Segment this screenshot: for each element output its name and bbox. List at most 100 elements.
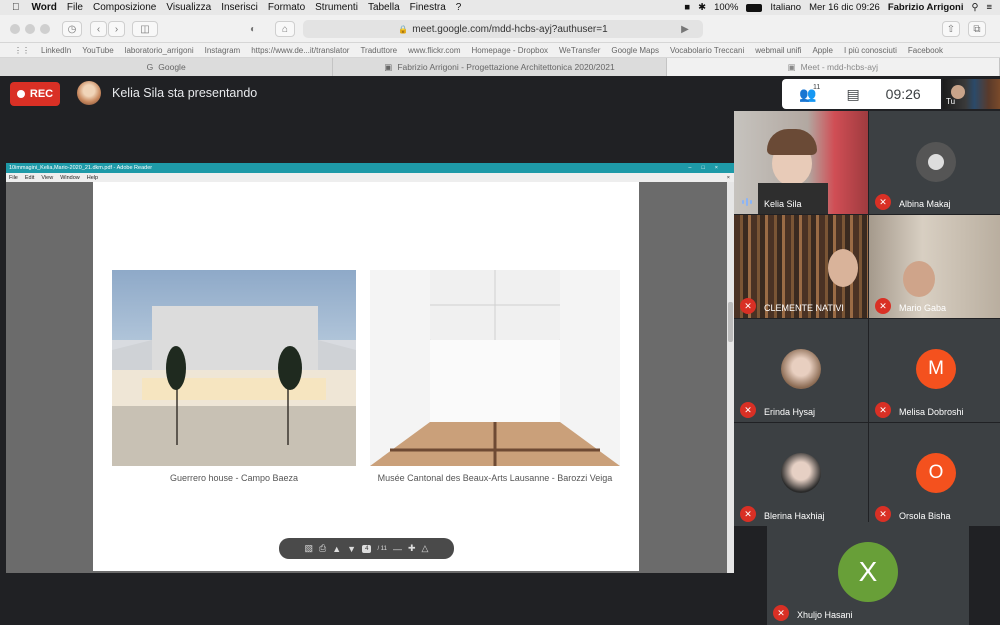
- participant-tile-mario-gaba[interactable]: ✕ Mario Gaba: [869, 215, 1000, 318]
- bookmark-dropbox[interactable]: Homepage - Dropbox: [472, 46, 548, 55]
- menu-strumenti[interactable]: Strumenti: [315, 2, 358, 13]
- menu-visualizza[interactable]: Visualizza: [166, 2, 211, 13]
- reader-menu-help[interactable]: Help: [87, 175, 98, 181]
- participant-avatar: M: [916, 349, 956, 389]
- mic-off-icon: ✕: [740, 298, 756, 314]
- clock[interactable]: Mer 16 dic 09:26: [809, 2, 880, 13]
- tab-fabrizio-arrigoni[interactable]: ▣ Fabrizio Arrigoni - Progettazione Archi…: [333, 58, 667, 76]
- participant-name: Xhuljo Hasani: [797, 610, 853, 620]
- address-bar[interactable]: 🔒 meet.google.com/mdd-hcbs-ayj?authuser=…: [303, 20, 703, 38]
- participant-name: Orsola Bisha: [899, 511, 951, 521]
- tab-label: Google: [158, 62, 186, 72]
- mic-off-icon: ✕: [740, 506, 756, 522]
- save-icon[interactable]: ▧: [305, 543, 314, 554]
- bookmark-wetransfer[interactable]: WeTransfer: [559, 46, 600, 55]
- collapse-toolbar-icon[interactable]: △: [422, 543, 429, 554]
- reader-scrollbar[interactable]: [727, 182, 734, 573]
- bookmark-treccani[interactable]: Vocabolario Treccani: [670, 46, 744, 55]
- mic-off-icon: ✕: [875, 194, 891, 210]
- menu-composizione[interactable]: Composizione: [93, 2, 156, 13]
- bookmark-apple[interactable]: Apple: [812, 46, 832, 55]
- camera-status-icon[interactable]: ■: [684, 2, 690, 13]
- bookmark-laboratorio[interactable]: laboratorio_arrigoni: [125, 46, 194, 55]
- reader-menu-edit[interactable]: Edit: [25, 175, 34, 181]
- forward-button[interactable]: ›: [108, 21, 125, 37]
- share-icon[interactable]: ⇧: [942, 21, 960, 37]
- page-total: / 11: [377, 545, 387, 552]
- user-name[interactable]: Fabrizio Arrigoni: [888, 2, 964, 13]
- participant-tile-clemente-nativi[interactable]: ✕ CLEMENTE NATIVI: [734, 215, 868, 318]
- back-button[interactable]: ‹: [90, 21, 107, 37]
- page-number-input[interactable]: 4: [362, 544, 372, 553]
- bookmark-facebook[interactable]: Facebook: [908, 46, 943, 55]
- battery-percent[interactable]: 100%: [714, 2, 738, 13]
- bookmark-webmail[interactable]: webmail unifi: [755, 46, 801, 55]
- menu-finestra[interactable]: Finestra: [410, 2, 446, 13]
- menu-help[interactable]: ?: [456, 2, 462, 13]
- app-menu-word[interactable]: Word: [32, 2, 57, 13]
- language-label[interactable]: Italiano: [770, 2, 801, 13]
- scroll-thumb[interactable]: [728, 302, 733, 342]
- reader-menu-file[interactable]: File: [9, 175, 18, 181]
- menu-formato[interactable]: Formato: [268, 2, 305, 13]
- participant-name: CLEMENTE NATIVI: [764, 303, 844, 313]
- participant-tile-xhuljo-hasani[interactable]: X ✕ Xhuljo Hasani: [767, 522, 969, 625]
- print-icon[interactable]: ⎙: [319, 543, 326, 554]
- tab-label: Meet - mdd-hcbs-ayj: [800, 62, 879, 72]
- bookmark-traduttore[interactable]: Traduttore: [360, 46, 397, 55]
- bluetooth-icon[interactable]: ✱: [698, 2, 706, 13]
- reader-menu-view[interactable]: View: [41, 175, 53, 181]
- tabs-overview-icon[interactable]: ⧉: [968, 21, 986, 37]
- presenter-avatar: [77, 81, 101, 105]
- sidebar-icon[interactable]: ◫: [132, 21, 158, 37]
- participant-tile-blerina-haxhiaj[interactable]: ✕ Blerina Haxhiaj: [734, 423, 868, 526]
- recording-badge[interactable]: REC: [10, 82, 60, 106]
- presenting-status: Kelia Sila sta presentando: [112, 86, 258, 100]
- home-icon[interactable]: ⌂: [275, 21, 295, 37]
- history-icon[interactable]: ◷: [62, 21, 82, 37]
- grid-icon[interactable]: ⋮⋮: [14, 46, 30, 55]
- bookmark-flickr[interactable]: www.flickr.com: [408, 46, 460, 55]
- camera-in-use-icon[interactable]: ▶: [677, 21, 693, 37]
- self-view-tile[interactable]: Tu: [943, 79, 1000, 109]
- participant-tile-melisa-dobroshi[interactable]: M ✕ Melisa Dobroshi: [869, 319, 1000, 422]
- apple-icon[interactable]: : [12, 2, 20, 13]
- page-up-icon[interactable]: ▲: [332, 544, 341, 554]
- reader-window-controls[interactable]: –□×: [688, 165, 734, 171]
- participant-name: Melisa Dobroshi: [899, 407, 964, 417]
- bookmark-youtube[interactable]: YouTube: [82, 46, 113, 55]
- meet-top-controls: 👥 11 ▤ 09:26: [782, 79, 941, 109]
- zoom-in-icon[interactable]: ✚: [408, 543, 416, 554]
- reader-menu-window[interactable]: Window: [60, 175, 80, 181]
- control-center-icon[interactable]: ≡: [986, 2, 992, 13]
- participant-tile-kelia-sila[interactable]: Kelia Sila: [734, 111, 868, 214]
- zoom-window-button[interactable]: [40, 24, 50, 34]
- zoom-out-icon[interactable]: —: [393, 544, 402, 554]
- menu-tabella[interactable]: Tabella: [368, 2, 400, 13]
- chat-icon[interactable]: ▤: [846, 86, 859, 103]
- tab-google[interactable]: G Google: [0, 58, 334, 76]
- tab-meet[interactable]: ▣ Meet - mdd-hcbs-ayj: [666, 58, 1000, 76]
- minimize-window-button[interactable]: [25, 24, 35, 34]
- menu-inserisci[interactable]: Inserisci: [221, 2, 258, 13]
- search-icon[interactable]: ⚲: [971, 2, 978, 13]
- participant-tile-albina-makaj[interactable]: ✕ Albina Makaj: [869, 111, 1000, 214]
- bookmark-linkedin[interactable]: LinkedIn: [41, 46, 71, 55]
- participant-name: Mario Gaba: [899, 303, 947, 313]
- close-window-button[interactable]: [10, 24, 20, 34]
- bookmark-google-maps[interactable]: Google Maps: [611, 46, 659, 55]
- bookmark-instagram[interactable]: Instagram: [205, 46, 241, 55]
- close-document-icon[interactable]: ×: [727, 175, 734, 181]
- participant-tile-erinda-hysaj[interactable]: ✕ Erinda Hysaj: [734, 319, 868, 422]
- bookmark-piu-conosciuti[interactable]: I più conosciuti: [844, 46, 897, 55]
- privacy-shield-icon[interactable]: ◐: [243, 21, 263, 37]
- participant-tile-orsola-bisha[interactable]: O ✕ Orsola Bisha: [869, 423, 1000, 526]
- people-icon[interactable]: 👥 11: [799, 84, 820, 103]
- self-label: Tu: [946, 97, 956, 106]
- tab-bar: G Google ▣ Fabrizio Arrigoni - Progettazio…: [0, 58, 1000, 76]
- menu-file[interactable]: File: [67, 2, 83, 13]
- pdf-floating-toolbar: ▧ ⎙ ▲ ▼ 4 / 11 — ✚ △: [279, 538, 454, 559]
- page-down-icon[interactable]: ▼: [347, 544, 356, 554]
- bookmark-translator[interactable]: https://www.de...it/translator: [251, 46, 349, 55]
- mic-off-icon: ✕: [875, 402, 891, 418]
